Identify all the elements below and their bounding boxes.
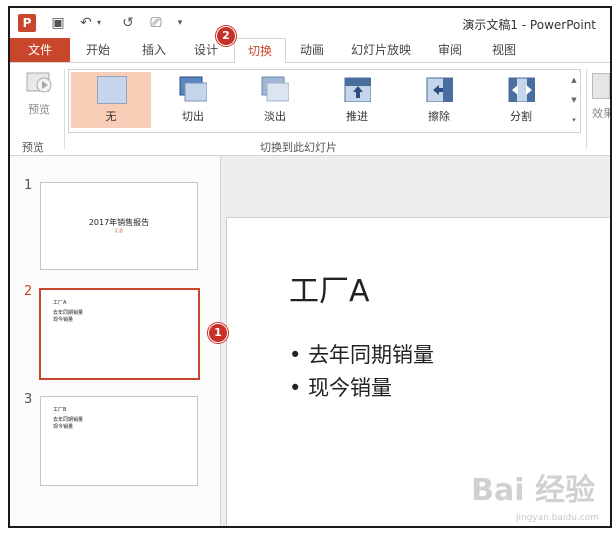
gallery-more-icon[interactable]: ▾ [568, 110, 580, 130]
effect-options-button[interactable]: 效果 [592, 69, 610, 129]
gallery-scroll-down-icon[interactable]: ▼ [568, 90, 580, 110]
redo-icon[interactable]: ↺ [118, 13, 138, 33]
slide-thumbnail-3[interactable]: 工厂B 去年同期销量 现今销量 [40, 396, 198, 486]
effect-options-icon [592, 73, 610, 99]
transition-wipe-label: 擦除 [428, 110, 450, 123]
preview-icon [26, 72, 52, 93]
slide-thumbnail-1[interactable]: 2017年销售报告 汇总 [40, 182, 198, 270]
save-icon[interactable]: ▣ [48, 13, 68, 33]
group-divider-2 [586, 69, 587, 149]
watermark-logo: Bai 经验 [471, 473, 595, 508]
transition-none-label: 无 [105, 110, 117, 123]
undo-dropdown-icon[interactable]: ▾ [94, 13, 104, 33]
slide-thumbnails-panel: 1 2017年销售报告 汇总 2 工厂A 去年同期销量 现今销量 3 工厂B 去… [10, 156, 221, 526]
slide-bullet-2-text: 现今销量 [308, 376, 393, 400]
transition-split-icon [508, 77, 535, 102]
transition-push[interactable]: 推进 [317, 72, 397, 128]
step-badge-1: 1 [208, 323, 228, 343]
slide-number-2: 2 [24, 284, 33, 299]
powerpoint-window: P ▣ ↶ ▾ ↺ ⎚ ▾ 演示文稿1 - PowerPoint 文件 开始 插… [8, 6, 612, 528]
transition-split[interactable]: 分割 [481, 72, 561, 128]
tab-insert[interactable]: 插入 [132, 38, 176, 62]
step-badge-2: 2 [216, 26, 236, 46]
transition-fade-label: 淡出 [264, 110, 286, 123]
thumb-3-bullet-1: 去年同期销量 [53, 417, 84, 423]
slide-number-3: 3 [24, 392, 33, 407]
slide-bullet-1-text: 去年同期销量 [308, 343, 435, 367]
tab-file[interactable]: 文件 [10, 38, 70, 62]
tab-view[interactable]: 视图 [482, 38, 526, 62]
thumb-2-bullet-2: 现今销量 [53, 317, 74, 323]
transition-none[interactable]: 无 [71, 72, 151, 128]
transition-push-label: 推进 [346, 110, 368, 123]
watermark-url: jingyan.baidu.com [515, 513, 599, 523]
ribbon-transitions: 预览 预览 无 切出 淡出 推进 擦除 分割 ▲ ▼ ▾ 切换到此幻灯片 效果 [10, 63, 610, 156]
gallery-scroll-up-icon[interactable]: ▲ [568, 70, 580, 90]
transition-gallery: 无 切出 淡出 推进 擦除 分割 [68, 69, 570, 133]
powerpoint-logo-icon: P [18, 14, 36, 32]
transition-split-label: 分割 [510, 110, 532, 123]
tab-transitions[interactable]: 切换 [234, 38, 286, 64]
thumb-1-subtitle: 汇总 [115, 228, 123, 233]
thumb-3-title: 工厂B [53, 407, 67, 413]
transition-none-icon [97, 76, 127, 104]
thumb-2-title: 工厂A [53, 300, 67, 306]
group-divider [64, 69, 65, 149]
transition-fade-icon [261, 76, 289, 102]
current-slide[interactable]: 工厂A • 去年同期销量 • 现今销量 Bai 经验 jingyan.baidu… [226, 217, 610, 526]
preview-button[interactable]: 预览 [18, 69, 60, 129]
tab-slideshow[interactable]: 幻灯片放映 [344, 38, 418, 62]
tab-animations[interactable]: 动画 [290, 38, 334, 62]
slide-bullet-1[interactable]: • 去年同期销量 [289, 339, 434, 369]
transition-push-icon [344, 77, 371, 102]
title-bar: P ▣ ↶ ▾ ↺ ⎚ ▾ 演示文稿1 - PowerPoint [10, 8, 610, 38]
preview-label: 预览 [28, 103, 50, 116]
transition-cut-icon [179, 76, 207, 102]
preview-group-label: 预览 [22, 141, 44, 154]
transition-wipe-icon [426, 77, 453, 102]
start-slideshow-icon[interactable]: ⎚ [146, 13, 166, 33]
window-title: 演示文稿1 - PowerPoint [462, 18, 596, 32]
transition-cut[interactable]: 切出 [153, 72, 233, 128]
thumb-1-title: 2017年销售报告 [88, 218, 150, 227]
transitions-group-label: 切换到此幻灯片 [260, 141, 337, 154]
slide-number-1: 1 [24, 178, 33, 193]
effect-options-label: 效果 [592, 107, 612, 120]
slide-title[interactable]: 工厂A [289, 266, 370, 310]
tab-home[interactable]: 开始 [76, 38, 120, 62]
transition-cut-label: 切出 [182, 110, 204, 123]
undo-icon[interactable]: ↶ [76, 13, 96, 33]
ribbon-tabs: 文件 开始 插入 设计 切换 动画 幻灯片放映 审阅 视图 [10, 38, 610, 64]
slide-bullet-2[interactable]: • 现今销量 [289, 372, 392, 402]
transition-fade[interactable]: 淡出 [235, 72, 315, 128]
tab-review[interactable]: 审阅 [428, 38, 472, 62]
customize-icon[interactable]: ▾ [170, 13, 190, 33]
thumb-3-bullet-2: 现今销量 [53, 424, 74, 430]
gallery-scroll[interactable]: ▲ ▼ ▾ [568, 69, 581, 133]
thumb-2-bullet-1: 去年同期销量 [53, 310, 84, 316]
slide-thumbnail-2[interactable]: 工厂A 去年同期销量 现今销量 [39, 288, 200, 380]
transition-wipe[interactable]: 擦除 [399, 72, 479, 128]
